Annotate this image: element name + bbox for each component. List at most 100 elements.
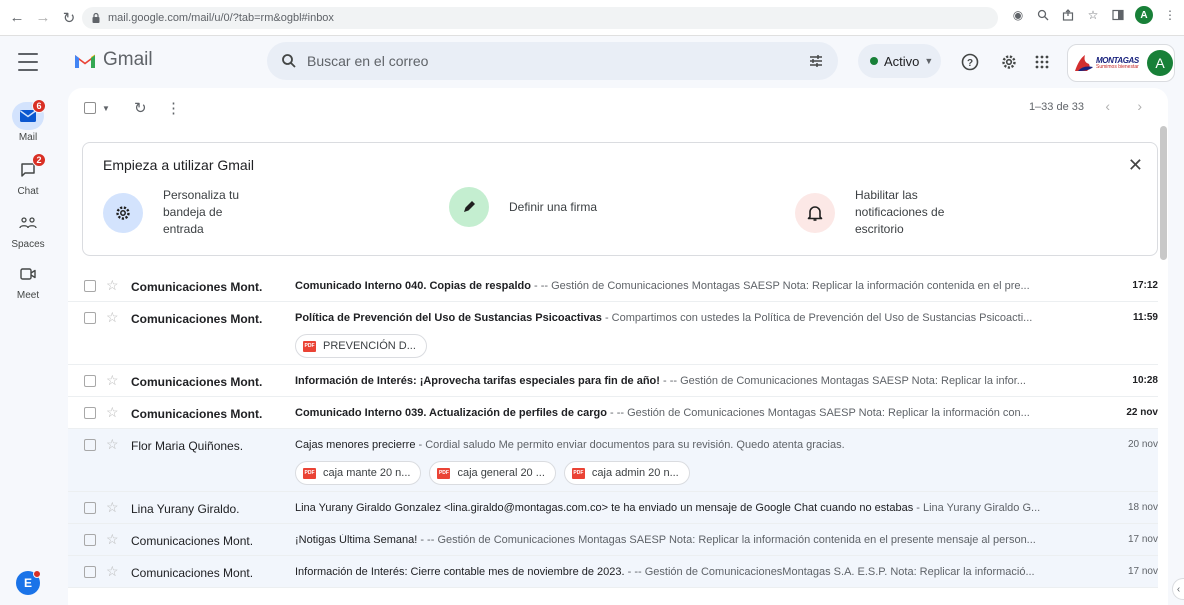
setup-task-customize[interactable]: Personaliza tu bandeja de entrada [103, 187, 239, 238]
rail-item-mail[interactable]: 6 Mail [0, 99, 56, 143]
browser-toolbar: ← → ↻ mail.google.com/mail/u/0/?tab=rm&o… [0, 0, 1184, 36]
zoom-icon[interactable] [1035, 7, 1051, 23]
setup-task-signature[interactable]: Definir una firma [449, 187, 597, 227]
email-row[interactable]: ☆ Comunicaciones Mont. Comunicado Intern… [68, 397, 1158, 429]
chevron-down-icon: ▼ [924, 56, 934, 66]
setup-task-label: Definir una firma [509, 199, 598, 214]
email-row[interactable]: ☆ Comunicaciones Mont. Información de In… [68, 556, 1158, 588]
select-all-checkbox[interactable] [84, 98, 96, 118]
rail-item-chat[interactable]: 2 Chat [0, 153, 56, 197]
browser-profile-avatar[interactable]: A [1135, 6, 1153, 24]
email-time: 18 nov [1127, 502, 1158, 513]
status-label: Activo [884, 53, 920, 69]
star-icon[interactable]: ☆ [106, 499, 119, 516]
email-row[interactable]: ☆ Comunicaciones Mont. Información de In… [68, 365, 1158, 397]
star-icon[interactable]: ☆ [106, 436, 119, 453]
bookmark-star-icon[interactable]: ☆ [1085, 7, 1101, 23]
row-checkbox[interactable] [84, 502, 96, 514]
search-icon[interactable] [281, 53, 297, 69]
gmail-logo[interactable]: Gmail [74, 49, 153, 71]
email-subject: Lina Yurany Giraldo Gonzalez <lina.giral… [295, 502, 914, 514]
lock-icon [92, 12, 100, 23]
attachment-chip[interactable]: PDF caja admin 20 n... [563, 461, 690, 485]
status-selector[interactable]: Activo ▼ [858, 44, 941, 78]
email-row[interactable]: ☆ Comunicaciones Mont. ¡Notigas Última S… [68, 524, 1158, 556]
email-row[interactable]: ☆ Lina Yurany Giraldo. Lina Yurany Giral… [68, 492, 1158, 524]
email-subject: ¡Notigas Última Semana! [295, 534, 418, 546]
email-time: 11:59 [1132, 312, 1158, 323]
account-avatar[interactable]: A [1147, 50, 1173, 76]
pdf-icon: PDF [303, 340, 316, 352]
row-checkbox[interactable] [84, 375, 96, 387]
rail-item-meet[interactable]: Meet [0, 260, 56, 301]
email-snippet: - -- Gestión de Comunicaciones Montagas … [606, 407, 1030, 419]
share-icon[interactable] [1060, 7, 1076, 23]
email-content: Lina Yurany Giraldo Gonzalez <lina.giral… [295, 502, 1075, 514]
previous-page-icon[interactable]: ‹ [1105, 98, 1110, 114]
row-checkbox[interactable] [84, 566, 96, 578]
app-name: Gmail [103, 49, 153, 70]
setup-task-notifications[interactable]: Habilitar las notificaciones de escritor… [795, 187, 944, 238]
attachment-chip[interactable]: PDF PREVENCIÓN D... [295, 334, 427, 358]
side-panel-toggle-icon[interactable]: ‹ [1172, 578, 1184, 600]
rail-label-spaces: Spaces [11, 239, 45, 250]
more-options-icon[interactable]: ⋮ [166, 98, 181, 118]
email-row[interactable]: ☆ Comunicaciones Mont. Comunicado Intern… [68, 270, 1158, 302]
row-checkbox[interactable] [84, 280, 96, 292]
email-sender: Comunicaciones Mont. [131, 407, 263, 421]
star-icon[interactable]: ☆ [106, 563, 119, 580]
status-dot-icon [870, 57, 878, 65]
search-options-icon[interactable] [808, 53, 824, 69]
apps-grid-icon[interactable] [1030, 50, 1054, 74]
setup-card-title: Empieza a utilizar Gmail [103, 157, 254, 173]
row-checkbox[interactable] [84, 407, 96, 419]
meet-icon [20, 268, 36, 280]
browser-menu-icon[interactable]: ⋮ [1162, 7, 1178, 23]
side-panel-icon[interactable] [1110, 7, 1126, 23]
eye-icon[interactable]: ◉ [1010, 7, 1026, 23]
rail-item-spaces[interactable]: Spaces [0, 209, 56, 250]
row-checkbox[interactable] [84, 312, 96, 324]
reload-icon[interactable]: ↻ [58, 7, 80, 29]
email-content: Política de Prevención del Uso de Sustan… [295, 312, 1075, 324]
bell-icon [807, 205, 823, 221]
email-subject: Información de Interés: Cierre contable … [295, 566, 625, 578]
star-icon[interactable]: ☆ [106, 404, 119, 421]
help-icon[interactable]: ? [958, 50, 982, 74]
star-icon[interactable]: ☆ [106, 309, 119, 326]
email-row[interactable]: ☆ Comunicaciones Mont. Política de Preve… [68, 302, 1158, 365]
select-dropdown-icon[interactable]: ▼ [102, 98, 110, 118]
star-icon[interactable]: ☆ [106, 531, 119, 548]
back-arrow-icon[interactable]: ← [6, 7, 28, 29]
pen-icon [464, 201, 475, 212]
attachment-chip[interactable]: PDF caja general 20 ... [429, 461, 556, 485]
main-menu-icon[interactable] [18, 53, 38, 71]
scrollbar-thumb[interactable] [1160, 126, 1167, 260]
close-icon[interactable]: ✕ [1128, 155, 1143, 176]
forward-arrow-icon[interactable]: → [32, 7, 54, 29]
row-checkbox[interactable] [84, 534, 96, 546]
scrollbar[interactable] [1158, 126, 1168, 605]
email-row[interactable]: ☆ Flor Maria Quiñones. Cajas menores pre… [68, 429, 1158, 492]
row-checkbox[interactable] [84, 439, 96, 451]
attachment-chip[interactable]: PDF caja mante 20 n... [295, 461, 422, 485]
refresh-icon[interactable]: ↻ [134, 98, 147, 118]
rail-label-meet: Meet [16, 290, 40, 301]
email-snippet: - -- Gestión de Comunicaciones Montagas … [417, 534, 1036, 546]
email-list: ☆ Comunicaciones Mont. Comunicado Intern… [68, 270, 1158, 588]
setup-card: Empieza a utilizar Gmail ✕ Personaliza t… [82, 142, 1158, 256]
account-switcher[interactable]: MONTAGAS Sumimos bienestar A [1067, 44, 1175, 82]
search-input[interactable] [307, 53, 767, 69]
settings-gear-icon[interactable] [997, 50, 1021, 74]
email-time: 20 nov [1127, 439, 1158, 450]
next-page-icon[interactable]: › [1137, 98, 1142, 114]
chat-status-avatar[interactable]: E [16, 570, 41, 595]
email-sender: Lina Yurany Giraldo. [131, 502, 240, 516]
star-icon[interactable]: ☆ [106, 277, 119, 294]
setup-task-label: Personaliza tu bandeja de entrada [163, 188, 240, 236]
email-content: Información de Interés: ¡Aprovecha tarif… [295, 375, 1075, 387]
svg-text:?: ? [967, 58, 973, 69]
search-bar[interactable] [267, 42, 838, 80]
address-bar[interactable]: mail.google.com/mail/u/0/?tab=rm&ogbl#in… [82, 7, 998, 29]
star-icon[interactable]: ☆ [106, 372, 119, 389]
